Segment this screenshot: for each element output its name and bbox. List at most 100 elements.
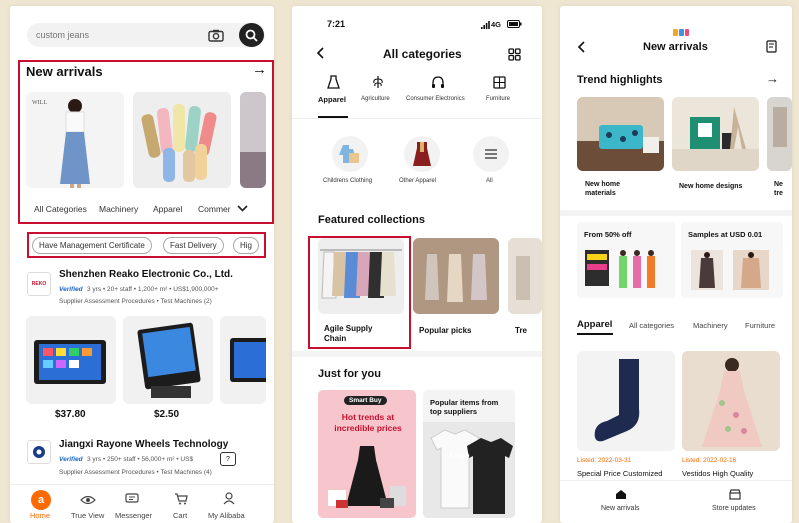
section-separator [292,351,542,357]
tab-all-categories[interactable]: All categories [629,321,674,330]
supplier-card-reako[interactable]: REKO Shenzhen Reako Electronic Co., Ltd.… [10,264,274,320]
svg-text:WILL: WILL [32,100,47,106]
back-icon[interactable] [313,46,327,60]
deal-card-50-off[interactable]: From 50% off [577,222,675,298]
nav-home[interactable]: Home [30,511,50,520]
status-time: 7:21 [327,19,346,29]
tab-agriculture[interactable]: Agriculture [361,96,390,102]
product-image-sock[interactable] [577,351,675,451]
collection-popular-image[interactable] [413,238,499,314]
supplier-meta: 3 yrs • 250+ staff • 56,000+ m² • US$ [87,456,194,463]
nav-cart[interactable]: Cart [173,511,187,520]
supplier-name[interactable]: Shenzhen Reako Electronic Co., Ltd. [59,269,233,280]
product-image-denim-skirt[interactable]: WILL [26,92,124,188]
smart-buy-badge: Smart Buy [344,396,387,405]
filter-chip-partial[interactable]: Hig [233,237,260,254]
supplier-card-rayone[interactable]: Jiangxi Rayone Wheels Technology Verifie… [10,434,274,486]
search-input[interactable] [36,27,186,43]
category-commercial[interactable]: Commer [198,204,231,214]
message-icon[interactable] [124,492,140,506]
back-icon[interactable] [575,40,587,54]
list-icon[interactable] [473,136,509,172]
furniture-icon[interactable] [491,74,507,90]
trend-highlights-title: Trend highlights [577,74,663,86]
product-listed-date-1: Listed: 2022-03-31 [577,457,632,464]
new-arrivals-arrow-icon[interactable]: → [252,61,267,78]
collection-popular[interactable]: Popular picks [419,326,471,335]
promo-text: Hot trends at incredible prices [334,412,402,433]
filter-chip-fast-delivery[interactable]: Fast Delivery [163,237,224,254]
product-name-2[interactable]: Vestidos High Quality [682,469,753,478]
headphones-icon[interactable] [430,74,446,90]
edit-note-icon[interactable] [764,39,778,54]
tab-apparel[interactable]: Apparel [318,95,346,104]
nav-true-view[interactable]: True View [71,511,104,520]
chevron-down-icon[interactable] [236,203,248,213]
chat-icon[interactable]: ? [220,452,236,466]
collection-partial[interactable]: Tre [515,326,527,335]
tab-apparel[interactable]: Apparel [577,319,612,330]
trend-arrow-icon[interactable]: → [766,71,779,86]
popular-items-card[interactable]: Popular items from top suppliers Logo [423,390,515,518]
store-icon[interactable] [728,488,742,500]
network-label: 4G [491,20,502,29]
tab-consumer-electronics[interactable]: Consumer Electronics [406,96,465,102]
product-image-dress[interactable] [682,351,780,451]
user-icon[interactable] [221,491,237,506]
nav-store-updates[interactable]: Store updates [712,505,756,512]
trend-home-materials[interactable]: New home materials [585,180,645,198]
supplier-logo-rayone [27,440,51,464]
category-all[interactable]: All Categories [34,204,87,214]
deal-samples-label: Samples at USD 0.01 [688,230,763,239]
tab-active-underline [577,333,613,335]
tab-machinery[interactable]: Machinery [693,321,728,330]
nav-my-alibaba[interactable]: My Alibaba [208,511,245,520]
grid-icon[interactable] [506,46,522,62]
product-name-1[interactable]: Special Price Customized [577,469,662,478]
tab-furniture[interactable]: Furniture [486,96,510,102]
nav-new-arrivals[interactable]: New arrivals [601,505,640,512]
subcat-all[interactable]: All [486,178,493,184]
smart-buy-promo-card[interactable]: Smart Buy Hot trends at incredible price… [318,390,416,518]
tshirt-image [423,422,515,518]
new-arrivals-title: New arrivals [26,64,103,79]
product-price-1: $37.80 [55,409,86,420]
phone-home-screen: New arrivals → WILL All Categories Machi… [10,6,274,523]
tab-furniture[interactable]: Furniture [745,321,775,330]
search-icon[interactable] [239,23,264,47]
product-image-partial[interactable] [240,92,266,188]
battery-icon [506,19,522,28]
collection-partial-image[interactable] [508,238,542,314]
trend-home-designs-image[interactable] [672,97,759,171]
popular-items-text: Popular items from top suppliers [430,398,499,416]
collection-agile[interactable]: Agile Supply Chain [324,324,394,344]
home-icon[interactable]: a [31,490,51,510]
product-image-socks[interactable] [133,92,231,188]
trend-home-materials-image[interactable] [577,97,664,171]
supplier-name[interactable]: Jiangxi Rayone Wheels Technology [59,439,228,450]
search-bar[interactable] [27,23,265,47]
deal-card-samples[interactable]: Samples at USD 0.01 [681,222,783,298]
trend-partial-image[interactable] [767,97,792,171]
subcat-childrens-clothing-image[interactable] [332,136,368,172]
subcat-other-apparel[interactable]: Other Apparel [399,178,436,184]
product-image-car-stereo-2[interactable] [123,316,213,404]
supplier-tags: Supplier Assessment Procedures • Test Ma… [59,298,212,305]
eye-icon[interactable] [79,493,97,507]
category-machinery[interactable]: Machinery [99,204,138,214]
cart-icon[interactable] [173,492,189,506]
nav-messenger[interactable]: Messenger [115,511,152,520]
subcat-other-apparel-image[interactable] [404,136,440,172]
filter-chip-management[interactable]: Have Management Certificate [32,237,152,254]
collection-agile-image[interactable] [318,238,404,314]
agriculture-icon[interactable] [370,74,386,90]
trend-partial[interactable]: Ne tre [774,180,792,198]
home-icon[interactable] [614,488,628,500]
category-apparel[interactable]: Apparel [153,204,182,214]
subcat-childrens-clothing[interactable]: Childrens Clothing [323,178,372,184]
apparel-icon[interactable] [325,74,341,90]
camera-icon[interactable] [207,27,225,43]
product-image-car-stereo-1[interactable] [26,316,116,404]
product-image-car-stereo-3[interactable] [220,316,266,404]
trend-home-designs[interactable]: New home designs [679,183,742,190]
